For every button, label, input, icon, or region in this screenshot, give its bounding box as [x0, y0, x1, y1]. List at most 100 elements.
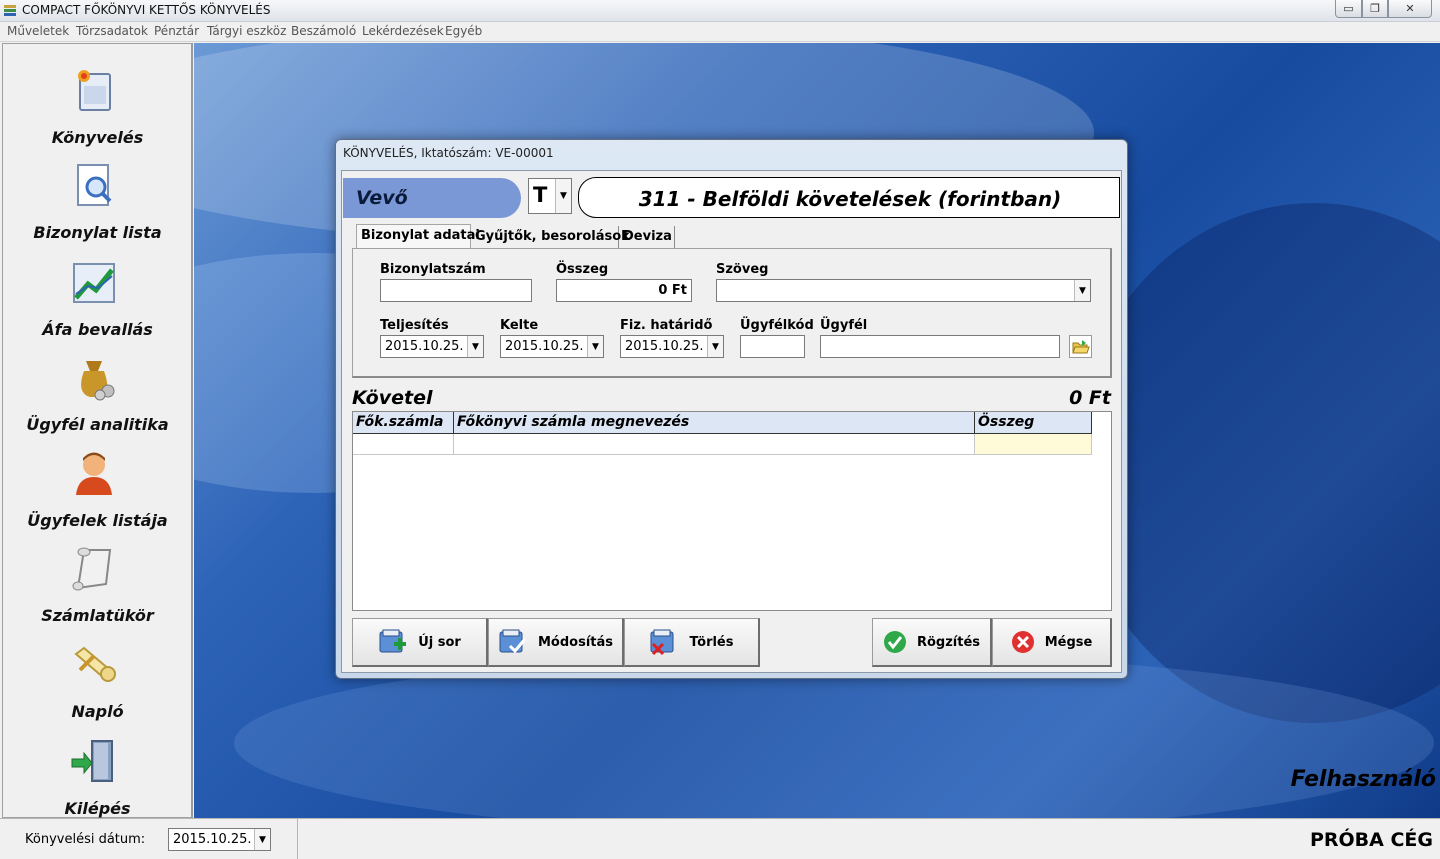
close-button[interactable]: ✕ [1388, 0, 1432, 18]
grid-cell-account[interactable] [353, 434, 454, 455]
column-header-account-name[interactable]: Főkönyvi számla megnevezés [454, 412, 975, 434]
ledger-book-icon [78, 70, 111, 111]
money-bag-icon [81, 361, 115, 401]
delete-button[interactable]: Törlés [624, 618, 760, 667]
booking-date-combo[interactable]: 2015.10.25. ▼ [168, 828, 271, 851]
sidebar-item-label: Ügyfelek listája [27, 511, 168, 530]
chevron-down-icon[interactable]: ▼ [467, 336, 483, 357]
sidebar: Könyvelés Bizonylat lista Áfa bevallás Ü… [2, 43, 193, 818]
dialog-title: KÖNYVELÉS, Iktatószám: VE-00001 [343, 146, 554, 160]
sidebar-item-ugyfelek-listaja[interactable]: Ügyfelek listája [3, 445, 192, 540]
modify-button[interactable]: Módosítás [488, 618, 624, 667]
grid-cell-amount[interactable] [975, 434, 1092, 455]
growth-chart-icon [73, 263, 115, 303]
sidebar-item-afa-bevallas[interactable]: Áfa bevallás [3, 254, 192, 349]
chevron-down-icon[interactable]: ▼ [1074, 280, 1090, 301]
save-label: Rögzítés [916, 634, 981, 650]
amount-input[interactable]: 0 Ft [556, 279, 692, 302]
menu-beszamolo[interactable]: Beszámoló [291, 24, 356, 38]
open-folder-icon [1071, 339, 1090, 353]
sidebar-item-label: Számlatükör [41, 606, 154, 625]
minimize-icon: ▭ [1343, 2, 1354, 15]
chevron-down-icon[interactable]: ▼ [587, 336, 603, 357]
client-label: Ügyfél [820, 318, 868, 333]
exit-door-icon [71, 740, 113, 782]
delete-label: Törlés [689, 634, 734, 650]
due-date-combo[interactable]: 2015.10.25. ▼ [620, 335, 724, 358]
sidebar-item-label: Bizonylat lista [33, 223, 162, 242]
action-bar: Új sor Módosítás Törlés Rögzítés Mégse [352, 618, 1112, 668]
account-display: 311 - Belföldi követelések (forintban) [578, 177, 1120, 218]
status-bar: Könyvelési dátum: 2015.10.25. ▼ PRÓBA CÉ… [0, 818, 1440, 859]
sidebar-item-label: Napló [71, 702, 124, 721]
edit-row-icon [499, 629, 527, 654]
cancel-button[interactable]: Mégse [992, 618, 1112, 667]
chevron-down-icon[interactable]: ▼ [254, 829, 270, 850]
entries-grid[interactable]: Fők.számla Főkönyvi számla megnevezés Ös… [352, 411, 1112, 611]
party-banner: Vevő [343, 178, 521, 218]
type-combo[interactable]: T ▼ [528, 178, 572, 214]
grid-cell-account-name[interactable] [454, 434, 975, 455]
app-books-icon [3, 3, 17, 17]
chevron-down-icon[interactable]: ▼ [707, 336, 723, 357]
sidebar-item-label: Könyvelés [51, 128, 144, 147]
restore-icon: ❐ [1370, 2, 1380, 15]
menu-muveletek[interactable]: Műveletek [7, 24, 69, 38]
dialog-body: Vevő T ▼ 311 - Belföldi követelések (for… [341, 170, 1122, 673]
sidebar-item-bizonylat-lista[interactable]: Bizonylat lista [3, 157, 192, 252]
client-browse-button[interactable] [1069, 335, 1092, 358]
text-label: Szöveg [716, 262, 769, 277]
client-input[interactable] [820, 335, 1060, 358]
tab-gyujtok-besorolasok[interactable]: Gyűjtők, besorolások [471, 226, 630, 249]
amount-label: Összeg [556, 262, 609, 277]
title-bar: COMPACT FŐKÖNYVI KETTŐS KÖNYVELÉS ▭ ❐ ✕ [0, 0, 1440, 22]
booking-date-label: Könyvelési dátum: [25, 832, 146, 847]
chevron-down-icon[interactable]: ▼ [555, 179, 571, 213]
sidebar-item-ugyfel-analitika[interactable]: Ügyfél analitika [3, 349, 192, 444]
sidebar-item-konyveles[interactable]: Könyvelés [3, 62, 192, 157]
fulfillment-date-combo[interactable]: 2015.10.25. ▼ [380, 335, 484, 358]
issued-date-value: 2015.10.25. [505, 339, 584, 354]
tab-bizonylat-adatai[interactable]: Bizonylat adatai [356, 224, 480, 249]
modify-label: Módosítás [537, 634, 614, 650]
close-icon: ✕ [1405, 2, 1415, 15]
client-code-input[interactable] [740, 335, 805, 358]
document-magnifier-icon [77, 164, 112, 206]
person-icon [76, 452, 112, 495]
doc-number-input[interactable] [380, 279, 532, 302]
menu-bar: Műveletek Törzsadatok Pénztár Tárgyi esz… [0, 22, 1440, 42]
tab-deviza[interactable]: Deviza [619, 226, 675, 249]
column-header-account[interactable]: Fők.számla [353, 412, 454, 434]
company-name: PRÓBA CÉG [1309, 829, 1433, 851]
menu-torzsadatok[interactable]: Törzsadatok [76, 24, 148, 38]
menu-targyi-eszkoz[interactable]: Tárgyi eszköz [207, 24, 286, 38]
column-header-amount[interactable]: Összeg [975, 412, 1092, 434]
restore-button[interactable]: ❐ [1362, 0, 1388, 18]
doc-number-label: Bizonylatszám [380, 262, 486, 277]
menu-egyeb[interactable]: Egyéb [445, 24, 482, 38]
tab-panel-bizonylat-adatai: Bizonylatszám Összeg 0 Ft Szöveg ▼ Telje… [352, 248, 1112, 378]
minimize-button[interactable]: ▭ [1335, 0, 1362, 18]
checkmark-icon [883, 631, 906, 653]
booking-dialog: KÖNYVELÉS, Iktatószám: VE-00001 Vevő T ▼… [335, 139, 1128, 679]
type-value: T [533, 183, 548, 207]
due-date-value: 2015.10.25. [625, 339, 704, 354]
add-row-icon [379, 629, 407, 653]
save-button[interactable]: Rögzítés [872, 618, 992, 667]
issued-date-combo[interactable]: 2015.10.25. ▼ [500, 335, 604, 358]
app-title: COMPACT FŐKÖNYVI KETTŐS KÖNYVELÉS [22, 3, 271, 17]
new-row-label: Új sor [418, 634, 461, 650]
menu-lekerdezesek[interactable]: Lekérdezések [362, 24, 444, 38]
rolled-scroll-icon [74, 646, 116, 682]
text-combo[interactable]: ▼ [716, 279, 1091, 302]
credit-total: 0 Ft [1069, 387, 1111, 409]
sidebar-item-naplo[interactable]: Napló [3, 636, 192, 731]
party-label: Vevő [356, 187, 408, 209]
sidebar-item-szamlatukor[interactable]: Számlatükör [3, 540, 192, 635]
new-row-button[interactable]: Új sor [352, 618, 488, 667]
account-name: 311 - Belföldi követelések (forintban) [638, 187, 1062, 211]
sidebar-item-kilepes[interactable]: Kilépés [3, 733, 192, 828]
menu-penztar[interactable]: Pénztár [154, 24, 199, 38]
issued-label: Kelte [500, 318, 539, 333]
client-code-label: Ügyfélkód [740, 318, 814, 333]
